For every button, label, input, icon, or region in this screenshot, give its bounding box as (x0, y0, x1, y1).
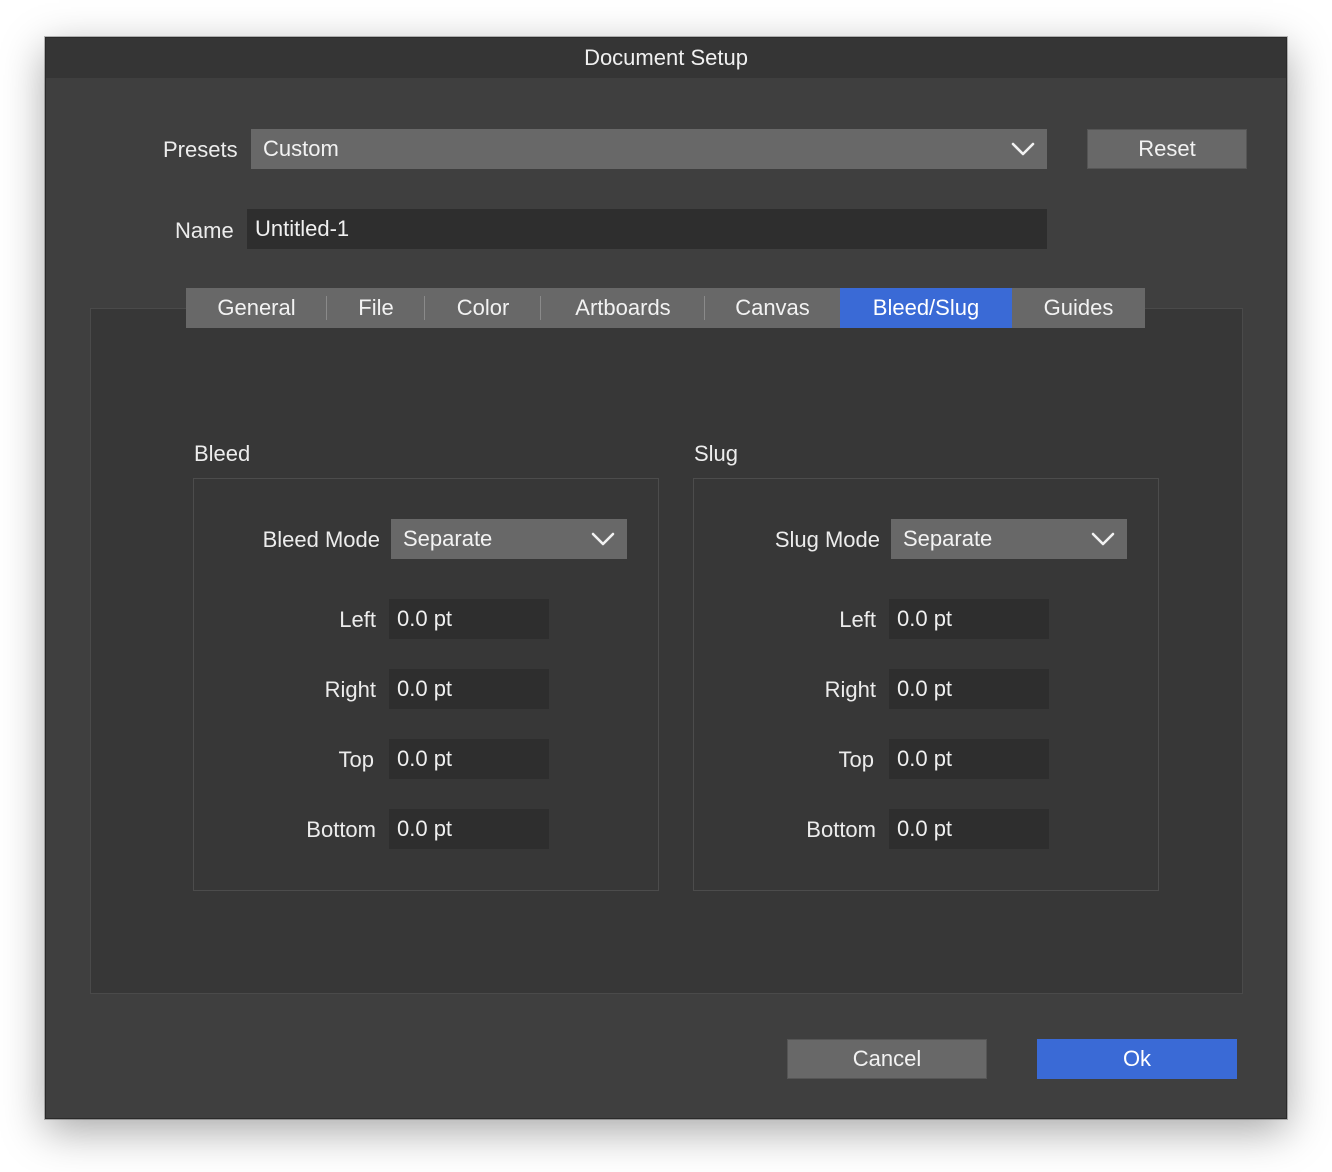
ok-button[interactable]: Ok (1037, 1039, 1237, 1079)
tab-bar: General File Color Artboards Canvas Blee… (186, 288, 1145, 328)
name-input-value: Untitled-1 (255, 216, 350, 241)
slug-mode-dropdown[interactable]: Separate (891, 519, 1127, 559)
bleed-right-value: 0.0 pt (397, 676, 453, 701)
slug-left-label: Left (839, 607, 876, 632)
tab-general-label: General (217, 295, 296, 320)
tab-guides[interactable]: Guides (1012, 288, 1145, 328)
bleed-section-title: Bleed (194, 441, 251, 466)
slug-top-value: 0.0 pt (897, 746, 953, 771)
tab-bleed-slug[interactable]: Bleed/Slug (840, 288, 1012, 328)
slug-top-label: Top (838, 747, 874, 772)
document-setup-dialog: Document Setup Presets Custom Reset Name… (45, 37, 1287, 1119)
tab-color-label: Color (456, 295, 510, 320)
slug-mode-label: Slug Mode (774, 527, 880, 552)
bleed-right-label: Right (324, 677, 376, 702)
cancel-button[interactable]: Cancel (787, 1039, 987, 1079)
tab-guides-label: Guides (1043, 295, 1114, 320)
tab-color[interactable]: Color (425, 288, 541, 328)
reset-button-label: Reset (1138, 136, 1196, 161)
tab-general[interactable]: General (186, 288, 327, 328)
bleed-right-input[interactable]: 0.0 pt (389, 669, 549, 709)
tab-canvas-label: Canvas (735, 295, 810, 320)
slug-right-input[interactable]: 0.0 pt (889, 669, 1049, 709)
chevron-down-icon (591, 532, 615, 546)
tab-file-label: File (358, 295, 394, 320)
tab-artboards[interactable]: Artboards (541, 288, 705, 328)
bleed-left-input[interactable]: 0.0 pt (389, 599, 549, 639)
slug-left-value: 0.0 pt (897, 606, 953, 631)
slug-bottom-value: 0.0 pt (897, 816, 953, 841)
window-title: Document Setup (584, 45, 748, 70)
bleed-left-value: 0.0 pt (397, 606, 453, 631)
ok-button-label: Ok (1122, 1046, 1152, 1071)
bleed-top-input[interactable]: 0.0 pt (389, 739, 549, 779)
slug-right-value: 0.0 pt (897, 676, 953, 701)
bleed-mode-dropdown[interactable]: Separate (391, 519, 627, 559)
slug-left-input[interactable]: 0.0 pt (889, 599, 1049, 639)
name-input[interactable]: Untitled-1 (247, 209, 1047, 249)
bleed-top-value: 0.0 pt (397, 746, 453, 771)
bleed-left-label: Left (339, 607, 376, 632)
slug-right-label: Right (824, 677, 876, 702)
tab-file[interactable]: File (327, 288, 425, 328)
chevron-down-icon (1091, 532, 1115, 546)
bleed-bottom-input[interactable]: 0.0 pt (389, 809, 549, 849)
tab-artboards-label: Artboards (575, 295, 671, 320)
bleed-bottom-label: Bottom (306, 817, 376, 842)
presets-value: Custom (263, 136, 339, 161)
bleed-mode-value: Separate (403, 526, 493, 551)
cancel-button-label: Cancel (852, 1046, 922, 1071)
name-label: Name (175, 218, 234, 243)
bleed-bottom-value: 0.0 pt (397, 816, 453, 841)
bleed-mode-label: Bleed Mode (262, 527, 380, 552)
bleed-top-label: Top (338, 747, 374, 772)
slug-mode-value: Separate (903, 526, 993, 551)
tab-canvas[interactable]: Canvas (705, 288, 840, 328)
slug-top-input[interactable]: 0.0 pt (889, 739, 1049, 779)
slug-section-title: Slug (694, 441, 739, 466)
slug-bottom-label: Bottom (806, 817, 876, 842)
window-titlebar[interactable]: Document Setup (46, 38, 1286, 78)
presets-label: Presets (163, 137, 238, 162)
tab-bleed-slug-label: Bleed/Slug (872, 295, 980, 320)
reset-button[interactable]: Reset (1087, 129, 1247, 169)
slug-bottom-input[interactable]: 0.0 pt (889, 809, 1049, 849)
presets-dropdown[interactable]: Custom (251, 129, 1047, 169)
chevron-down-icon (1011, 142, 1035, 156)
